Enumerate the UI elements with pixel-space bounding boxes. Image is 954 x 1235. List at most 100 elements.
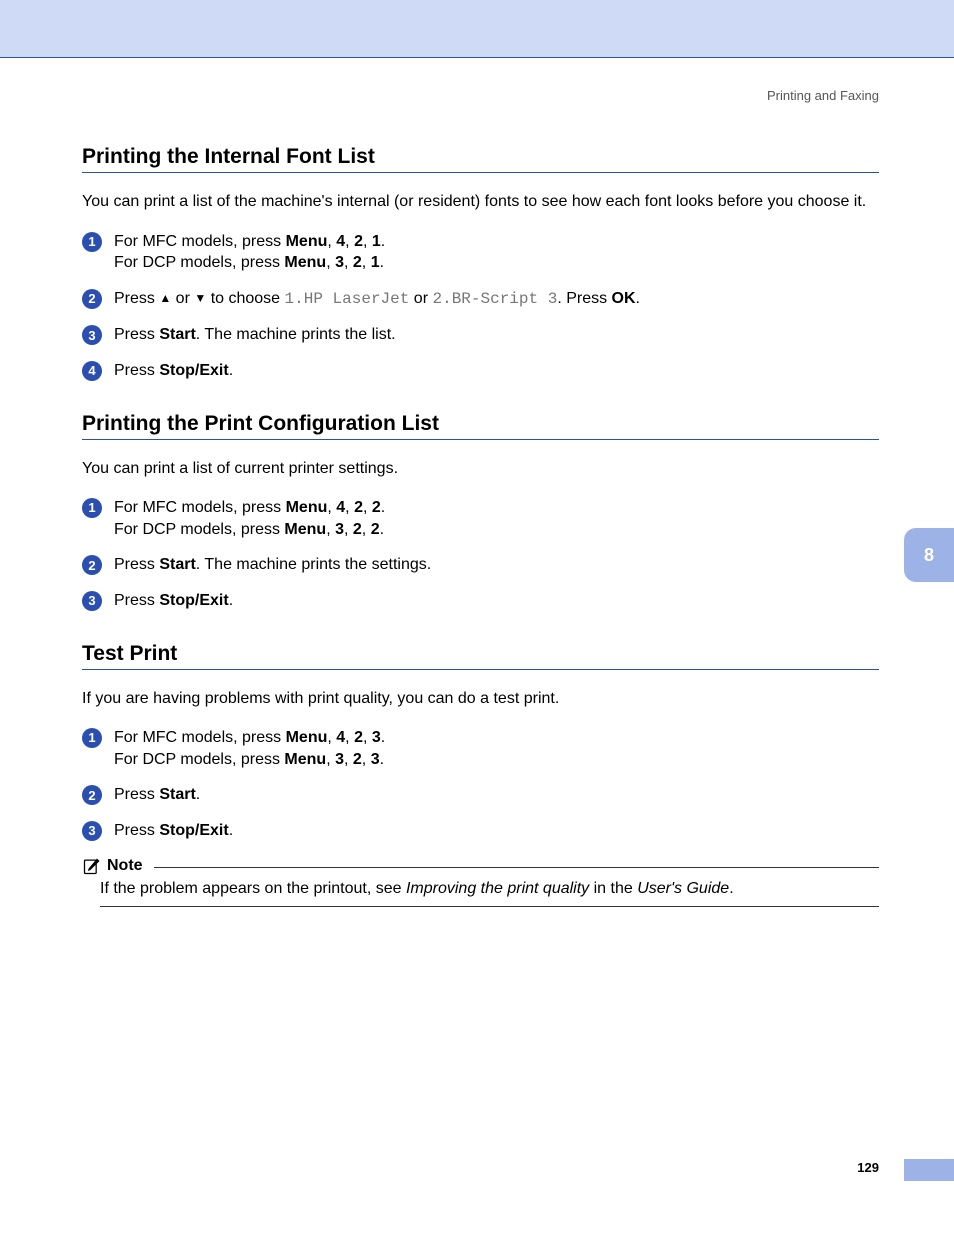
text: . bbox=[729, 880, 733, 897]
step-body: Press Stop/Exit. bbox=[114, 360, 879, 382]
step-body: For MFC models, press Menu, 4, 2, 1. For… bbox=[114, 231, 879, 274]
text: . The machine prints the settings. bbox=[196, 556, 431, 573]
text: . Press bbox=[557, 290, 611, 307]
section-title: Printing the Internal Font List bbox=[82, 145, 879, 173]
chapter-number: 8 bbox=[924, 545, 934, 566]
step-number-icon: 2 bbox=[82, 785, 102, 805]
step-2: 2 Press Start. bbox=[82, 784, 879, 806]
section-title: Test Print bbox=[82, 642, 879, 670]
key-menu: Menu bbox=[286, 499, 328, 516]
top-banner bbox=[0, 0, 954, 58]
text: Press bbox=[114, 362, 159, 379]
section-header-label: Printing and Faxing bbox=[82, 88, 879, 103]
section-intro: If you are having problems with print qu… bbox=[82, 688, 879, 710]
page-number-bar bbox=[904, 1159, 954, 1181]
text: to choose bbox=[206, 290, 284, 307]
section-internal-font-list: Printing the Internal Font List You can … bbox=[82, 145, 879, 382]
chapter-tab[interactable]: 8 bbox=[904, 528, 954, 582]
key-start: Start bbox=[159, 556, 195, 573]
key-stop-exit: Stop/Exit bbox=[159, 362, 228, 379]
key: 1 bbox=[372, 233, 381, 250]
key-start: Start bbox=[159, 326, 195, 343]
section-title: Printing the Print Configuration List bbox=[82, 412, 879, 440]
link-text: Improving the print quality bbox=[406, 880, 589, 897]
text: . bbox=[229, 362, 233, 379]
step-number-icon: 1 bbox=[82, 498, 102, 518]
step-body: Press Start. The machine prints the list… bbox=[114, 324, 879, 346]
key-menu: Menu bbox=[284, 254, 326, 271]
step-1: 1 For MFC models, press Menu, 4, 2, 1. F… bbox=[82, 231, 879, 274]
text: Press bbox=[114, 556, 159, 573]
key: 4 bbox=[336, 233, 345, 250]
key: 3 bbox=[335, 521, 344, 538]
note-icon bbox=[82, 856, 102, 876]
text: For MFC models, press bbox=[114, 499, 286, 516]
key: 2 bbox=[353, 751, 362, 768]
key: 4 bbox=[336, 499, 345, 516]
text: . bbox=[229, 592, 233, 609]
text: in the bbox=[589, 880, 637, 897]
key-menu: Menu bbox=[284, 751, 326, 768]
step-body: For MFC models, press Menu, 4, 2, 3. For… bbox=[114, 727, 879, 770]
key: 2 bbox=[354, 233, 363, 250]
page-content: Printing and Faxing Printing the Interna… bbox=[0, 58, 954, 907]
key: 3 bbox=[371, 751, 380, 768]
step-number-icon: 1 bbox=[82, 232, 102, 252]
note-body: If the problem appears on the printout, … bbox=[100, 880, 879, 907]
key: 2 bbox=[353, 254, 362, 271]
key-stop-exit: Stop/Exit bbox=[159, 592, 228, 609]
divider bbox=[154, 867, 879, 868]
step-3: 3 Press Start. The machine prints the li… bbox=[82, 324, 879, 346]
key: 4 bbox=[336, 729, 345, 746]
step-body: Press Stop/Exit. bbox=[114, 590, 879, 612]
text: or bbox=[171, 290, 194, 307]
step-3: 3 Press Stop/Exit. bbox=[82, 590, 879, 612]
step-body: Press Start. The machine prints the sett… bbox=[114, 554, 879, 576]
text: Press bbox=[114, 786, 159, 803]
step-2: 2 Press ▲ or ▼ to choose 1.HP LaserJet o… bbox=[82, 288, 879, 311]
key-stop-exit: Stop/Exit bbox=[159, 822, 228, 839]
key: 2 bbox=[371, 521, 380, 538]
key: 3 bbox=[335, 751, 344, 768]
text: . bbox=[196, 786, 200, 803]
text: If the problem appears on the printout, … bbox=[100, 880, 406, 897]
section-print-config-list: Printing the Print Configuration List Yo… bbox=[82, 412, 879, 612]
key: 2 bbox=[354, 499, 363, 516]
key-menu: Menu bbox=[284, 521, 326, 538]
section-intro: You can print a list of current printer … bbox=[82, 458, 879, 480]
note-header: Note bbox=[82, 856, 879, 876]
key-menu: Menu bbox=[286, 233, 328, 250]
text: Press bbox=[114, 822, 159, 839]
key: 3 bbox=[335, 254, 344, 271]
section-intro: You can print a list of the machine's in… bbox=[82, 191, 879, 213]
step-4: 4 Press Stop/Exit. bbox=[82, 360, 879, 382]
step-1: 1 For MFC models, press Menu, 4, 2, 2. F… bbox=[82, 497, 879, 540]
step-2: 2 Press Start. The machine prints the se… bbox=[82, 554, 879, 576]
page-number: 129 bbox=[857, 1160, 879, 1175]
text: For DCP models, press bbox=[114, 254, 284, 271]
up-arrow-icon: ▲ bbox=[159, 290, 171, 306]
text: . bbox=[229, 822, 233, 839]
text: Press bbox=[114, 290, 159, 307]
note-label: Note bbox=[107, 857, 143, 875]
text: Press bbox=[114, 592, 159, 609]
step-number-icon: 2 bbox=[82, 289, 102, 309]
guide-name: User's Guide bbox=[637, 880, 729, 897]
step-number-icon: 4 bbox=[82, 361, 102, 381]
text: For DCP models, press bbox=[114, 521, 284, 538]
step-body: Press Stop/Exit. bbox=[114, 820, 879, 842]
section-test-print: Test Print If you are having problems wi… bbox=[82, 642, 879, 907]
key: 2 bbox=[353, 521, 362, 538]
step-number-icon: 3 bbox=[82, 325, 102, 345]
text: or bbox=[409, 290, 432, 307]
down-arrow-icon: ▼ bbox=[194, 290, 206, 306]
step-3: 3 Press Stop/Exit. bbox=[82, 820, 879, 842]
text: For DCP models, press bbox=[114, 751, 284, 768]
text: . bbox=[636, 290, 640, 307]
step-1: 1 For MFC models, press Menu, 4, 2, 3. F… bbox=[82, 727, 879, 770]
key-ok: OK bbox=[612, 290, 636, 307]
step-body: Press ▲ or ▼ to choose 1.HP LaserJet or … bbox=[114, 288, 879, 311]
key: 2 bbox=[372, 499, 381, 516]
key: 3 bbox=[372, 729, 381, 746]
key-start: Start bbox=[159, 786, 195, 803]
